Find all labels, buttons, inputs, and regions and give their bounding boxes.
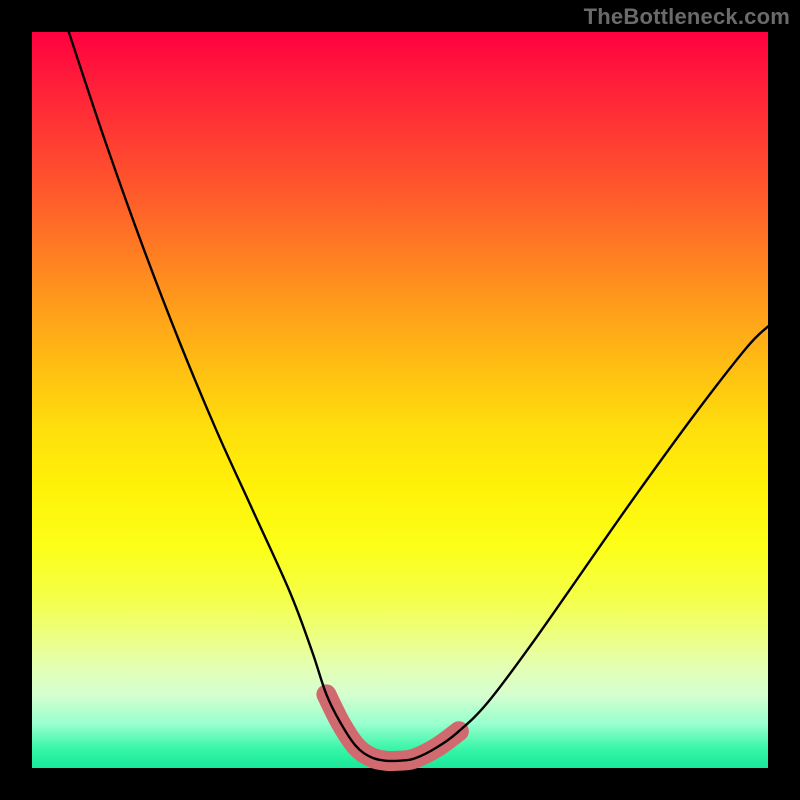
bottleneck-curve — [69, 32, 768, 761]
chart-stage: TheBottleneck.com — [0, 0, 800, 800]
plot-area — [32, 32, 768, 768]
watermark-text: TheBottleneck.com — [584, 4, 790, 30]
curve-layer — [32, 32, 768, 768]
valley-highlight — [326, 694, 458, 761]
